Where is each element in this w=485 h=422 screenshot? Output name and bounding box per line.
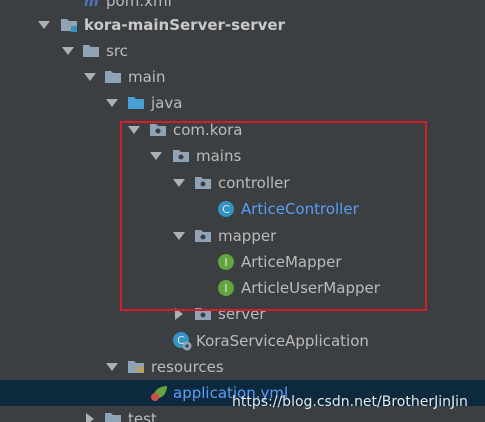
tree-item-src[interactable]: src xyxy=(0,38,485,64)
chevron-down-icon[interactable] xyxy=(106,99,118,107)
tree-item-label: test xyxy=(128,410,157,422)
spring-config-icon xyxy=(150,384,170,402)
tree-item-label: pom.xml xyxy=(106,0,172,10)
project-tree: m pom.xml kora-mainServer-server src mai… xyxy=(0,0,485,422)
tree-item-label: main xyxy=(128,68,166,86)
chevron-down-icon[interactable] xyxy=(84,73,96,81)
folder-icon xyxy=(104,411,122,422)
chevron-right-icon[interactable] xyxy=(86,413,94,422)
tree-item-kora-service-application[interactable]: C KoraServiceApplication xyxy=(0,328,485,354)
maven-file-icon: m xyxy=(84,0,102,10)
module-folder-icon xyxy=(60,17,78,32)
folder-icon xyxy=(82,43,100,58)
folder-icon xyxy=(104,69,122,84)
watermark-text: https://blog.csdn.net/BrotherJinJin xyxy=(232,394,468,410)
resources-folder-icon xyxy=(127,359,145,374)
tree-item-label: java xyxy=(151,94,183,112)
tree-item-label: src xyxy=(106,42,128,60)
tree-item-label: resources xyxy=(151,358,224,376)
source-folder-icon xyxy=(127,95,145,110)
tree-item-label: KoraServiceApplication xyxy=(196,332,369,350)
svg-text:m: m xyxy=(84,0,99,8)
chevron-down-icon[interactable] xyxy=(62,47,74,55)
chevron-down-icon[interactable] xyxy=(38,21,50,29)
spring-boot-class-icon: C xyxy=(172,331,192,351)
chevron-down-icon[interactable] xyxy=(106,363,118,371)
tree-item-module[interactable]: kora-mainServer-server xyxy=(0,12,485,38)
tree-item-label: kora-mainServer-server xyxy=(84,16,285,34)
tree-item-java[interactable]: java xyxy=(0,90,485,116)
highlight-annotation-box xyxy=(120,121,427,311)
tree-item-main[interactable]: main xyxy=(0,64,485,90)
tree-item-resources[interactable]: resources xyxy=(0,354,485,380)
